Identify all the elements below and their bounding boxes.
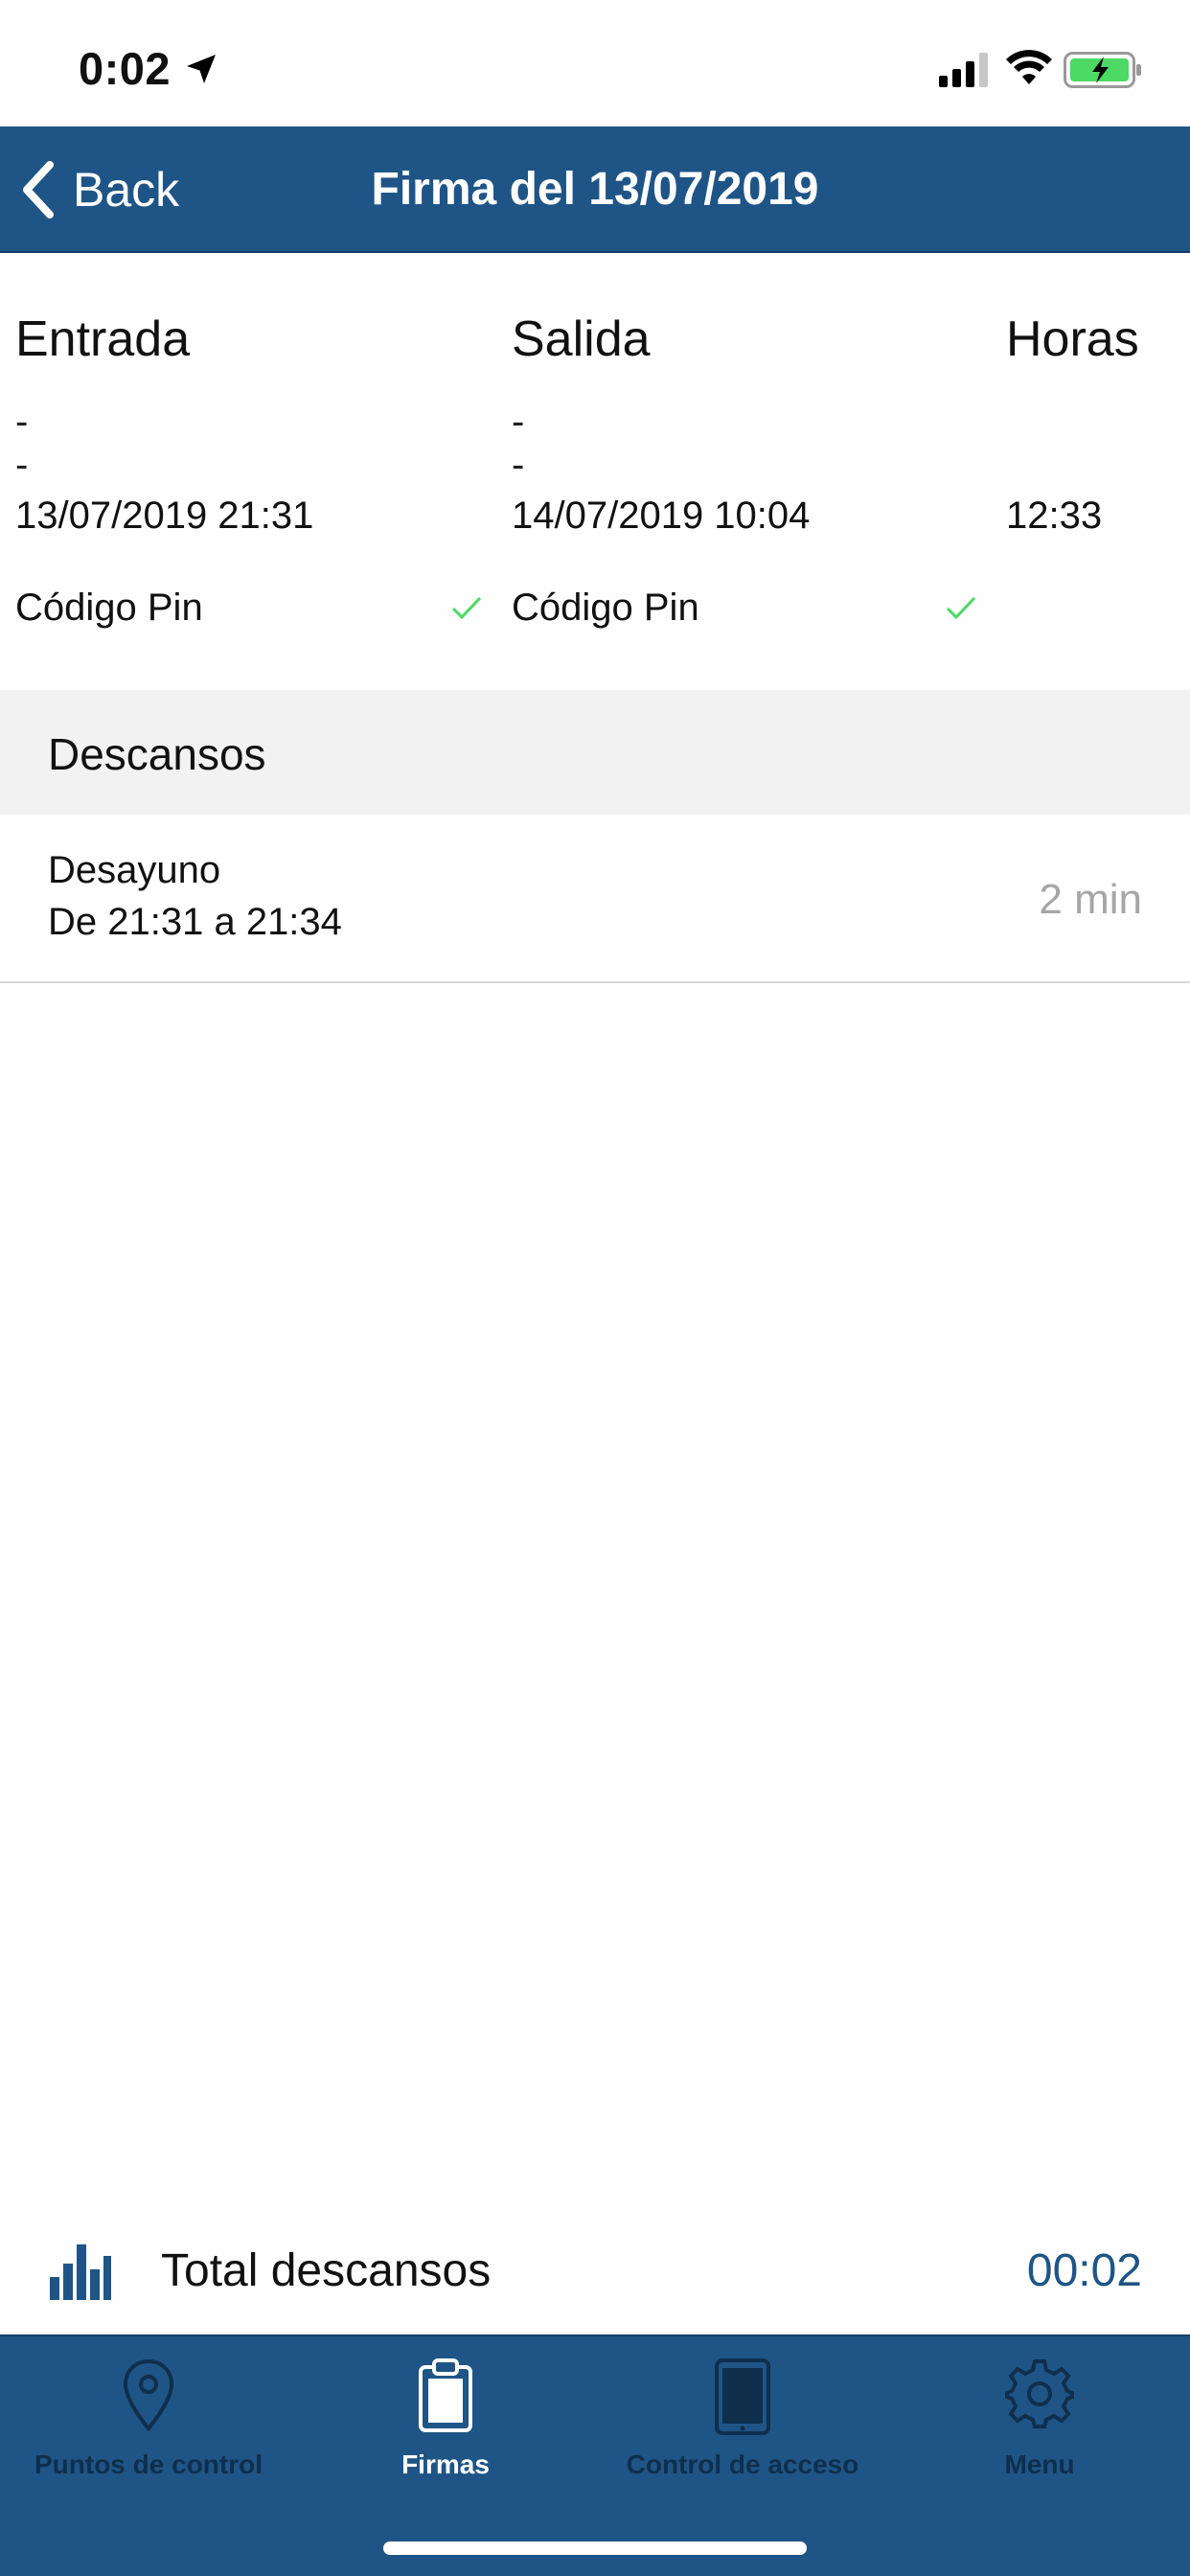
tab-menu[interactable]: Menu [891,2350,1188,2494]
breaks-section-header: Descansos [0,690,1190,815]
tab-label: Control de acceso [626,2450,859,2479]
break-name: Desayuno [48,849,221,891]
break-duration: 2 min [1039,876,1142,923]
entry-dash: -- [15,401,29,486]
battery-charging-icon [1064,52,1141,88]
exit-dash: -- [512,401,525,486]
total-breaks-bar: Total descansos 00:02 [0,2204,1190,2334]
gear-icon [1005,2359,1074,2428]
check-icon [946,596,976,620]
tablet-icon [715,2358,770,2435]
entry-datetime: 13/07/2019 21:31 [15,494,314,537]
total-breaks-value: 00:02 [1026,2245,1142,2296]
tab-control-de-acceso[interactable]: Control de acceso [594,2350,891,2494]
tab-label: Menu [1004,2450,1075,2479]
bar-chart-icon [50,2244,111,2300]
clipboard-icon [419,2358,472,2432]
cellular-signal-icon [939,53,988,87]
total-breaks-label: Total descansos [161,2245,492,2296]
location-pin-icon [123,2358,174,2432]
list-item[interactable]: Desayuno De 21:31 a 21:34 2 min [0,815,1190,983]
exit-heading: Salida [512,311,651,367]
entry-method: Código Pin [15,586,203,629]
tab-label: Puntos de control [34,2450,263,2479]
tab-puntos-de-control[interactable]: Puntos de control [0,2350,297,2494]
navigation-bar: Back Firma del 13/07/2019 [0,126,1190,253]
status-bar: 0:02 [0,0,1190,126]
wifi-icon [1006,50,1052,84]
check-icon [451,596,482,620]
hours-heading: Horas [1006,311,1139,367]
exit-method: Código Pin [512,586,699,629]
page-title: Firma del 13/07/2019 [371,164,819,215]
break-range: De 21:31 a 21:34 [48,901,342,943]
status-time: 0:02 [79,43,172,94]
home-indicator[interactable] [383,2542,807,2555]
entry-heading: Entrada [15,311,191,367]
exit-datetime: 14/07/2019 10:04 [512,494,811,537]
tab-bar: Puntos de control Firmas Control de acce… [0,2334,1190,2576]
breaks-section-title: Descansos [48,729,266,779]
tab-firmas[interactable]: Firmas [297,2350,594,2494]
hours-value: 12:33 [1006,494,1103,537]
tab-label: Firmas [401,2450,490,2479]
location-arrow-icon [187,55,216,83]
